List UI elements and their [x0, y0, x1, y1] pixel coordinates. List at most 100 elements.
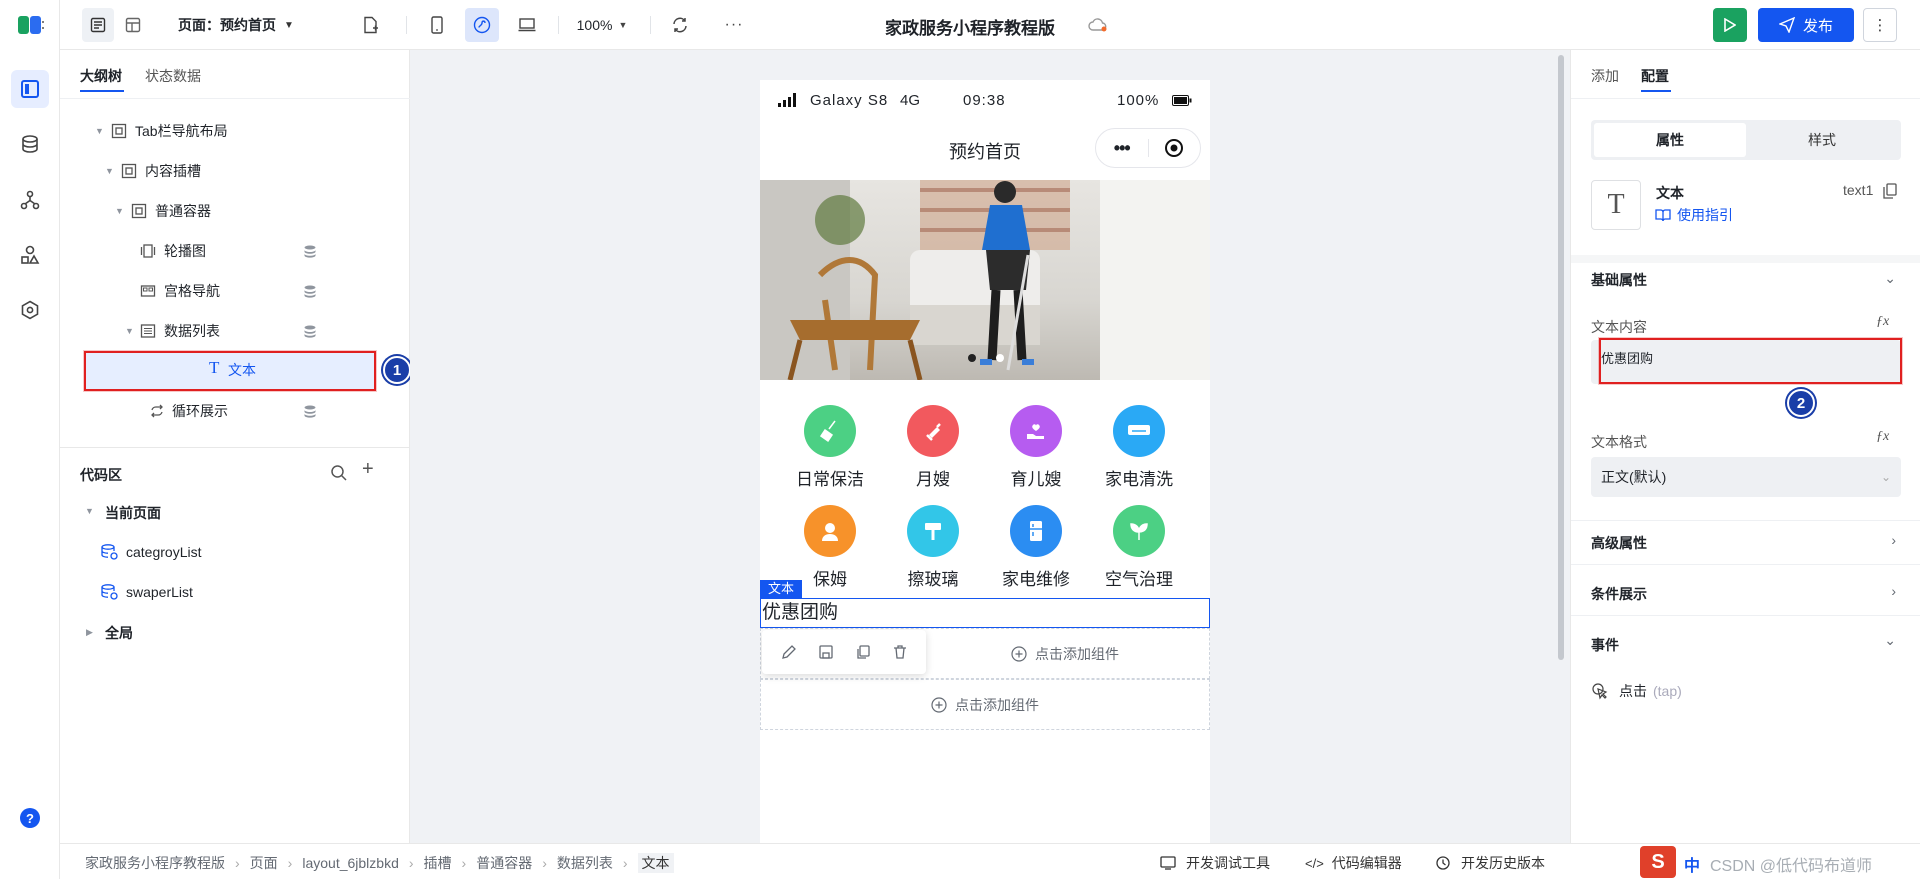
code-item-categroylist[interactable]: categroyList: [100, 543, 201, 561]
grid-item-air-treatment[interactable]: 空气治理: [1089, 505, 1189, 590]
breadcrumb-item[interactable]: 页面: [250, 853, 278, 873]
text-format-select[interactable]: 正文(默认) ⌄: [1591, 457, 1901, 497]
section-basic-props[interactable]: 基础属性: [1591, 270, 1647, 290]
components-icon[interactable]: [11, 236, 49, 274]
text-format-value: 正文(默认): [1601, 469, 1667, 485]
code-item-swaperlist[interactable]: swaperList: [100, 583, 193, 601]
tree-item-data-list[interactable]: ▼ 数据列表: [60, 311, 390, 351]
grid-item-nanny-child[interactable]: 育儿嫂: [986, 405, 1086, 490]
search-icon[interactable]: [330, 464, 348, 482]
grid-item-maternity[interactable]: 月嫂: [883, 405, 983, 490]
capsule-menu[interactable]: •••: [1095, 128, 1201, 168]
send-icon: [1778, 17, 1795, 33]
grid-item-window-cleaning[interactable]: 擦玻璃: [883, 505, 983, 590]
history-button[interactable]: 开发历史版本: [1435, 853, 1545, 873]
code-editor-label: 代码编辑器: [1331, 855, 1402, 871]
global-label[interactable]: 全局: [105, 623, 133, 643]
settings-hex-icon[interactable]: [11, 291, 49, 329]
add-component-slot-2[interactable]: 点击添加组件: [760, 679, 1210, 730]
breadcrumb-current[interactable]: 文本: [637, 853, 674, 873]
capsule-close-icon[interactable]: [1148, 138, 1200, 158]
breadcrumb-item[interactable]: layout_6jblzbkd: [302, 855, 399, 871]
save-icon[interactable]: [818, 644, 834, 660]
usage-guide-link[interactable]: 使用指引: [1655, 205, 1733, 225]
add-icon[interactable]: +: [362, 458, 374, 481]
tab-outline[interactable]: 大纲树: [80, 66, 122, 86]
page-selector[interactable]: 页面：预约首页 ▼: [178, 8, 318, 42]
capsule-more-icon[interactable]: •••: [1096, 138, 1148, 159]
preview-run-button[interactable]: [1713, 8, 1747, 42]
copy-icon[interactable]: [855, 644, 871, 660]
section-condition[interactable]: 条件展示: [1591, 584, 1647, 604]
tree-item-content-slot[interactable]: ▼ 内容插槽: [60, 151, 390, 191]
text-component[interactable]: 优惠团购: [760, 598, 1210, 628]
copy-id-icon[interactable]: [1883, 183, 1897, 199]
refresh-icon[interactable]: [663, 8, 697, 42]
section-advanced[interactable]: 高级属性: [1591, 533, 1647, 553]
flow-icon[interactable]: [11, 181, 49, 219]
ime-mode[interactable]: 中: [1684, 852, 1700, 876]
mobile-preview-icon[interactable]: [420, 8, 454, 42]
section-events[interactable]: 事件: [1591, 635, 1619, 655]
add-page-icon[interactable]: [355, 8, 387, 42]
more-icon[interactable]: ···: [717, 8, 751, 42]
delete-icon[interactable]: [892, 644, 908, 660]
carousel-banner[interactable]: [760, 180, 1210, 380]
tree-item-carousel[interactable]: 轮播图: [60, 231, 390, 271]
breadcrumb-item[interactable]: 插槽: [424, 853, 452, 873]
tab-underline: [1641, 90, 1671, 92]
dev-tools-button[interactable]: 开发调试工具: [1160, 853, 1270, 873]
page-view-icon[interactable]: [82, 8, 114, 42]
help-icon[interactable]: ?: [20, 808, 40, 828]
data-var-icon: [101, 544, 118, 560]
seg-style[interactable]: 样式: [1746, 123, 1898, 157]
event-tap[interactable]: 点击 (tap): [1591, 681, 1682, 701]
grid-item-daily-cleaning[interactable]: 日常保洁: [780, 405, 880, 490]
chevron-right-icon[interactable]: ›: [1891, 532, 1896, 548]
tree-item-normal-container[interactable]: ▼ 普通容器: [60, 191, 390, 231]
tab-state-data[interactable]: 状态数据: [145, 66, 201, 86]
event-tap-label: 点击: [1619, 683, 1647, 699]
canvas-scrollbar[interactable]: [1558, 55, 1564, 660]
tree-item-loop[interactable]: 循环展示: [60, 391, 390, 431]
app-title: 家政服务小程序教程版: [885, 19, 1055, 38]
plus-circle-icon: [1011, 645, 1027, 662]
top-toolbar: 页面：预约首页 ▼ 100% ▼ ··· 家政服务小程序教程版 发布 ⋮: [60, 0, 1920, 50]
seg-properties[interactable]: 属性: [1594, 123, 1746, 157]
current-page-label[interactable]: 当前页面: [105, 503, 161, 523]
miniprogram-preview-icon[interactable]: [465, 8, 499, 42]
text-format-label: 文本格式: [1591, 434, 1647, 450]
desktop-preview-icon[interactable]: [510, 8, 544, 42]
tap-icon: [1592, 683, 1608, 700]
data-var-icon: [101, 584, 118, 600]
tab-config[interactable]: 配置: [1641, 66, 1669, 86]
leaf-icon: [1113, 505, 1165, 557]
code-editor-button[interactable]: </> 代码编辑器: [1305, 853, 1402, 873]
grid-item-appliance-cleaning[interactable]: 家电清洗: [1089, 405, 1189, 490]
tree-item-tab-layout[interactable]: ▼ Tab栏导航布局: [60, 111, 390, 151]
tab-add[interactable]: 添加: [1591, 66, 1619, 86]
grid-item-appliance-repair[interactable]: 家电维修: [986, 505, 1086, 590]
add-component-row: 点击添加组件: [931, 695, 1039, 715]
step-badge-1: 1: [383, 356, 411, 384]
more-menu-button[interactable]: ⋮: [1863, 8, 1897, 42]
edit-icon[interactable]: [781, 644, 797, 660]
chevron-down-icon: ▼: [618, 20, 628, 30]
fx-icon[interactable]: ƒx: [1876, 314, 1889, 330]
grid-item-housekeeper[interactable]: 保姆: [780, 505, 880, 590]
fx-icon[interactable]: ƒx: [1876, 429, 1889, 445]
chevron-right-icon[interactable]: ›: [1891, 583, 1896, 599]
zoom-select[interactable]: 100% ▼: [572, 8, 632, 42]
database-icon[interactable]: [11, 125, 49, 163]
data-source-icon: [304, 325, 316, 338]
chevron-down-icon[interactable]: ⌄: [1884, 632, 1896, 649]
publish-button[interactable]: 发布: [1758, 8, 1854, 42]
chevron-down-icon[interactable]: ⌄: [1884, 270, 1896, 287]
outline-icon[interactable]: [11, 70, 49, 108]
breadcrumb-item[interactable]: 普通容器: [476, 853, 532, 873]
breadcrumb-item[interactable]: 数据列表: [557, 853, 613, 873]
caret-down-icon: ▼: [95, 126, 104, 136]
layout-view-icon[interactable]: [117, 8, 149, 42]
breadcrumb-item[interactable]: 家政服务小程序教程版: [85, 853, 225, 873]
tree-item-grid-nav[interactable]: 宫格导航: [60, 271, 390, 311]
